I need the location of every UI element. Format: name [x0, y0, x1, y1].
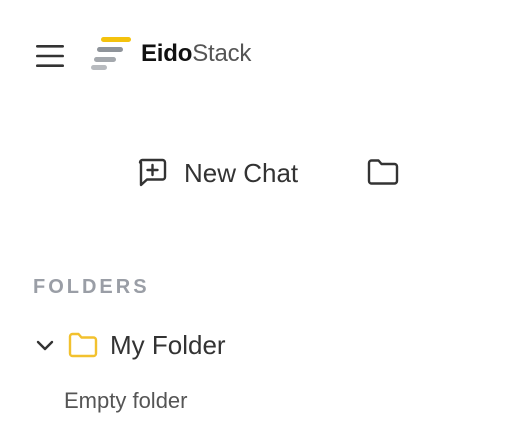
- logo-mark-icon: [91, 37, 131, 70]
- brand-name: Eido Stack: [141, 40, 251, 68]
- brand-name-bold: Eido: [141, 40, 193, 67]
- folder-item-my-folder[interactable]: My Folder: [34, 326, 226, 364]
- brand-name-light: Stack: [192, 40, 252, 67]
- new-folder-button[interactable]: [366, 156, 400, 188]
- folder-icon: [68, 332, 98, 358]
- new-chat-label: New Chat: [184, 157, 299, 188]
- chevron-down-icon[interactable]: [34, 334, 56, 356]
- folders-section-title: FOLDERS: [33, 276, 150, 298]
- folder-name: My Folder: [110, 329, 226, 360]
- hamburger-icon: [36, 45, 64, 67]
- folder-icon: [367, 159, 399, 185]
- new-chat-button[interactable]: New Chat: [136, 154, 298, 192]
- chat-plus-icon: [138, 158, 167, 187]
- brand-logo[interactable]: Eido Stack: [91, 36, 251, 72]
- menu-button[interactable]: [36, 42, 64, 70]
- empty-folder-note: Empty folder: [64, 388, 188, 413]
